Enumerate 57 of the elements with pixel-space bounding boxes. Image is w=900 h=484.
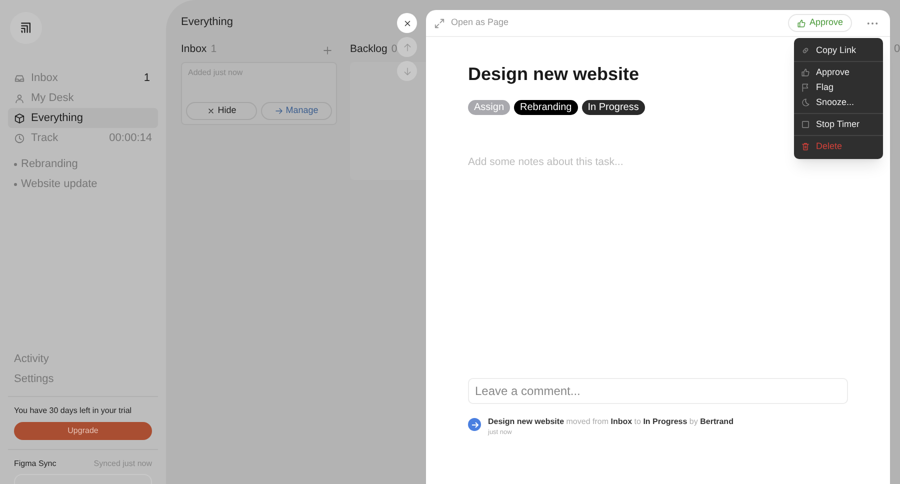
menu-item[interactable]: Delete xyxy=(794,139,883,154)
sidebar-link[interactable]: Activity xyxy=(14,351,152,368)
menu-item[interactable]: Snooze... xyxy=(794,95,883,110)
tag[interactable]: Rebranding xyxy=(514,100,578,115)
menu-item[interactable]: Approve xyxy=(794,65,883,80)
logo-icon xyxy=(10,12,42,44)
menu-item[interactable]: Copy Link xyxy=(794,43,883,58)
sidebar-link[interactable]: Settings xyxy=(14,371,152,388)
arrow-up-icon xyxy=(402,42,412,52)
link-icon xyxy=(801,46,810,55)
notes-field[interactable]: Add some notes about this task... xyxy=(468,155,848,171)
upgrade-button[interactable]: Upgrade xyxy=(14,422,152,440)
board-title: Everything xyxy=(181,15,233,30)
cube-icon xyxy=(14,112,25,124)
nav-item[interactable]: Inbox 1 xyxy=(8,68,158,88)
menu-item[interactable]: Flag xyxy=(794,80,883,95)
count-label: 1 xyxy=(144,70,151,86)
close-icon xyxy=(402,18,412,28)
thumbs-up-icon xyxy=(797,18,806,28)
column-title: Backlog xyxy=(350,42,388,58)
arrow-right-icon xyxy=(468,418,481,432)
assign-button[interactable]: Assign xyxy=(468,100,510,115)
bullet-icon xyxy=(14,183,17,186)
close-icon xyxy=(206,107,215,115)
count-label: 00:00:14 xyxy=(109,130,152,146)
manage-button[interactable]: Manage xyxy=(261,102,332,120)
tray-icon xyxy=(14,72,25,84)
column-count: 1 xyxy=(210,42,217,58)
column-count: 0 xyxy=(894,42,900,57)
column-title: Inbox xyxy=(181,42,207,58)
task-title: Design new website xyxy=(468,63,640,86)
approve-button[interactable]: Approve xyxy=(788,14,852,32)
trial-message: You have 30 days left in your trial xyxy=(14,405,133,417)
hide-button[interactable]: Hide xyxy=(186,102,257,120)
arrow-right-icon xyxy=(274,107,283,115)
expand-icon xyxy=(434,18,445,28)
column-count: 0 xyxy=(391,42,398,58)
nav-item[interactable]: Everything xyxy=(8,108,158,128)
person-icon xyxy=(14,92,25,104)
tag[interactable]: In Progress xyxy=(582,100,645,115)
comment-field[interactable]: Leave a comment... xyxy=(468,378,848,404)
flag-icon xyxy=(801,83,810,92)
project-link[interactable]: Rebranding xyxy=(21,156,78,173)
open-as-page-link[interactable]: Open as Page xyxy=(434,16,509,30)
thumbs-up-icon xyxy=(801,68,810,77)
moon-icon xyxy=(801,98,810,107)
square-icon xyxy=(801,120,810,129)
nav-item[interactable]: My Desk xyxy=(8,88,158,108)
trash-icon xyxy=(801,142,810,151)
nav-item[interactable]: Track 00:00:14 xyxy=(8,128,158,148)
menu-item[interactable]: Stop Timer xyxy=(794,117,883,132)
bullet-icon xyxy=(14,163,17,166)
sync-label: Figma Sync xyxy=(14,458,56,470)
project-link[interactable]: Website update xyxy=(21,176,98,193)
arrow-down-icon xyxy=(402,66,412,76)
activity-message: Design new website moved from Inbox to In Progress by Bertrand xyxy=(488,416,734,428)
clock-icon xyxy=(14,132,25,144)
